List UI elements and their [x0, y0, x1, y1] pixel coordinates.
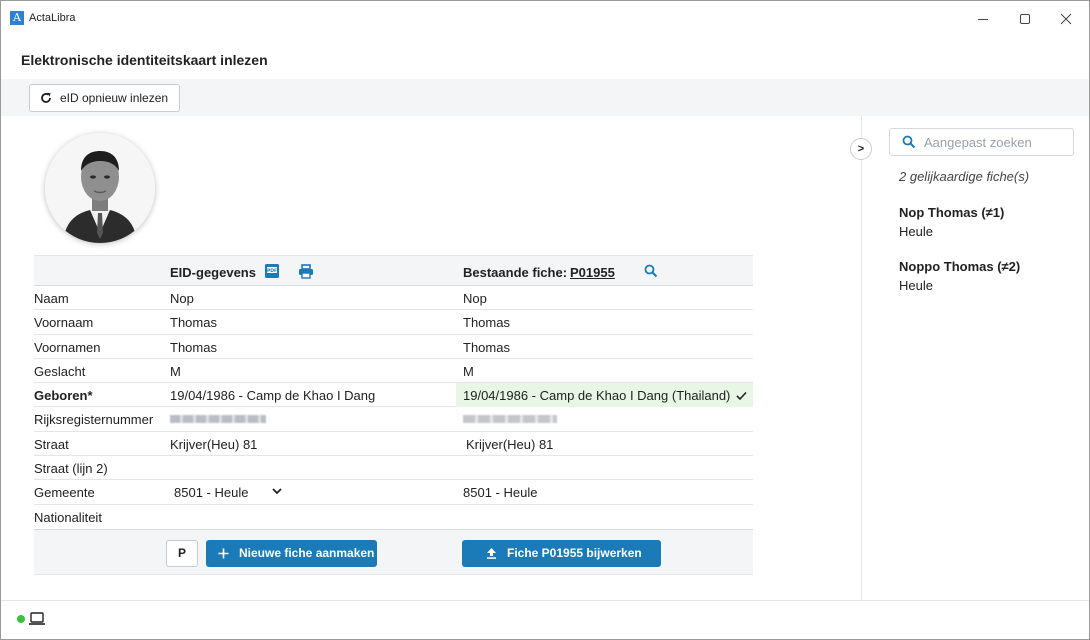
- table-header: EID-gegevens PDF Bestaande fiche: P01955: [34, 255, 753, 286]
- existing-value: Krijver(Heu) 81: [466, 436, 554, 452]
- similar-records-count: 2 gelijkaardige fiche(s): [899, 169, 1030, 184]
- check-icon: [736, 392, 747, 401]
- row-gemeente: Gemeente 8501 - Heule 8501 - Heule: [34, 480, 753, 505]
- redacted-value: [170, 415, 266, 424]
- title-bar: A ActaLibra: [1, 1, 1089, 35]
- chevron-down-icon: [272, 488, 282, 495]
- similar-record-city: Heule: [899, 224, 933, 239]
- eid-value: Nop: [170, 291, 194, 306]
- close-button[interactable]: [1051, 7, 1081, 31]
- row-label: Rijksregisternummer: [34, 412, 154, 428]
- similar-record-city: Heule: [899, 278, 933, 293]
- row-geboren: Geboren* 19/04/1986 - Camp de Khao I Dan…: [34, 383, 753, 408]
- row-label: Gemeente: [34, 485, 95, 501]
- municipality-select[interactable]: 8501 - Heule: [170, 483, 282, 501]
- existing-value: 8501 - Heule: [463, 485, 538, 501]
- status-bar: [1, 600, 1089, 639]
- eid-value: Thomas: [170, 315, 217, 331]
- redacted-value: [463, 415, 557, 424]
- similar-record-name: Noppo Thomas (≠2): [899, 259, 1021, 274]
- row-label: Straat (lijn 2): [34, 461, 108, 477]
- row-nationaliteit: Nationaliteit: [34, 505, 753, 529]
- municipality-select-value: 8501 - Heule: [174, 484, 249, 500]
- existing-record-header: Bestaande fiche:: [463, 265, 568, 280]
- row-voornamen: Voornamen Thomas Thomas: [34, 335, 753, 359]
- plus-icon: [218, 548, 229, 559]
- row-voornaam: Voornaam Thomas Thomas: [34, 310, 753, 335]
- pdf-icon[interactable]: PDF: [264, 263, 280, 282]
- update-record-label: Fiche P01955 bijwerken: [507, 546, 642, 561]
- close-icon: [1060, 13, 1072, 25]
- existing-value: Thomas: [463, 339, 510, 355]
- row-label: Geboren*: [34, 388, 93, 404]
- page-title: Elektronische identiteitskaart inlezen: [21, 52, 268, 68]
- reread-eid-label: eID opnieuw inlezen: [60, 91, 169, 105]
- row-label: Voornamen: [34, 339, 101, 355]
- window-title: ActaLibra: [29, 12, 76, 24]
- existing-value-highlighted[interactable]: 19/04/1986 - Camp de Khao I Dang (Thaila…: [456, 383, 753, 408]
- new-record-label: Nieuwe fiche aanmaken: [239, 546, 375, 561]
- collapse-panel-button[interactable]: >: [850, 138, 872, 160]
- upload-icon: [487, 548, 496, 560]
- row-label: Nationaliteit: [34, 509, 102, 525]
- row-naam: Naam Nop Nop: [34, 286, 753, 311]
- print-icon[interactable]: [298, 264, 314, 282]
- page-header: Elektronische identiteitskaart inlezen: [1, 35, 1089, 79]
- maximize-button[interactable]: [1010, 7, 1040, 31]
- eid-compare-table: EID-gegevens PDF Bestaande fiche: P01955: [34, 255, 753, 575]
- panel-divider: [861, 116, 862, 600]
- existing-record-link[interactable]: P01955: [570, 265, 615, 280]
- existing-value: Thomas: [463, 315, 510, 331]
- online-status-dot: [17, 615, 25, 623]
- eid-value: M: [170, 363, 181, 379]
- similar-record-item[interactable]: Noppo Thomas (≠2) Heule: [899, 259, 1020, 293]
- row-label: Straat: [34, 436, 69, 452]
- custom-search-input[interactable]: [924, 134, 1064, 150]
- search-icon: [902, 135, 916, 149]
- eid-value: 19/04/1986 - Camp de Khao I Dang: [170, 388, 376, 404]
- minimize-icon: [978, 19, 988, 20]
- computer-icon[interactable]: [28, 611, 46, 630]
- row-label: Naam: [34, 291, 69, 306]
- eid-column-header: EID-gegevens: [170, 265, 256, 280]
- p-button[interactable]: P: [166, 539, 198, 567]
- row-label: Geslacht: [34, 363, 86, 379]
- row-geslacht: Geslacht M M: [34, 359, 753, 384]
- existing-value: Nop: [463, 291, 487, 306]
- existing-value: M: [463, 363, 474, 379]
- similar-record-item[interactable]: Nop Thomas (≠1) Heule: [899, 205, 1004, 239]
- row-straat-lijn-2: Straat (lijn 2): [34, 456, 753, 481]
- minimize-button[interactable]: [968, 7, 998, 31]
- search-icon[interactable]: [644, 264, 658, 281]
- avatar: [45, 133, 155, 243]
- eid-value: Krijver(Heu) 81: [170, 436, 258, 452]
- existing-value: 19/04/1986 - Camp de Khao I Dang (Thaila…: [463, 388, 731, 404]
- toolbar: eID opnieuw inlezen: [1, 79, 1089, 116]
- app-window: A ActaLibra Elektronische identiteitskaa…: [0, 0, 1090, 640]
- reread-eid-button[interactable]: eID opnieuw inlezen: [29, 84, 180, 112]
- svg-text:PDF: PDF: [267, 268, 277, 274]
- app-logo: A: [10, 11, 24, 25]
- table-actions: P Nieuwe fiche aanmaken Fiche P01955 bij…: [34, 528, 753, 575]
- new-record-button[interactable]: Nieuwe fiche aanmaken: [206, 539, 377, 567]
- custom-search-box[interactable]: [889, 128, 1074, 156]
- row-rijksregisternummer: Rijksregisternummer: [34, 407, 753, 432]
- person-photo: [45, 133, 155, 243]
- maximize-icon: [1020, 14, 1030, 24]
- row-straat: Straat Krijver(Heu) 81 Krijver(Heu) 81: [34, 432, 753, 457]
- eid-value: Thomas: [170, 339, 217, 355]
- similar-record-name: Nop Thomas (≠1): [899, 205, 1005, 220]
- refresh-icon: [41, 92, 51, 103]
- row-label: Voornaam: [34, 315, 94, 331]
- update-record-button[interactable]: Fiche P01955 bijwerken: [462, 539, 661, 567]
